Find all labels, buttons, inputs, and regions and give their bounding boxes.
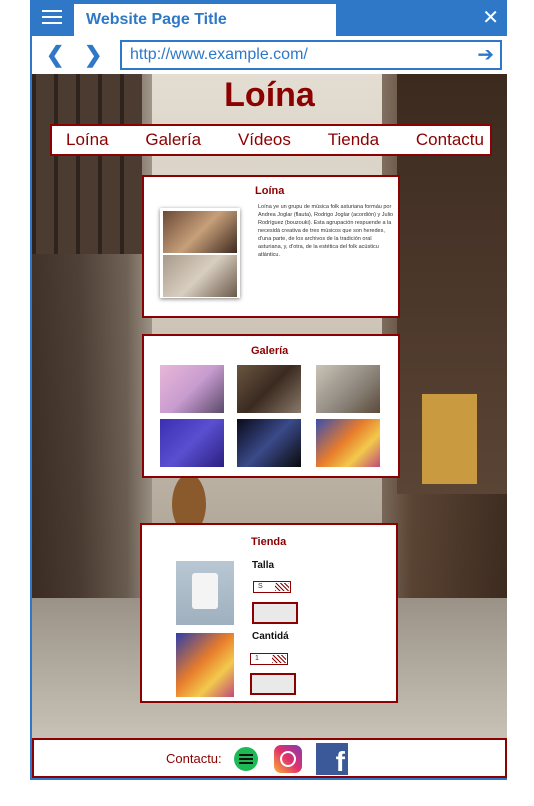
quantity-action-box[interactable] [250, 673, 296, 695]
page-viewport: Loína Loína Galería Vídeos Tienda Contac… [32, 74, 507, 738]
forward-arrow-icon[interactable]: ❯ [84, 42, 102, 68]
size-select[interactable]: S [253, 581, 291, 593]
about-text: Loína ye un grupu de música folk asturia… [258, 204, 394, 258]
gallery-image[interactable] [237, 419, 301, 467]
gallery-title: Galería [251, 345, 289, 357]
nav-item-tienda[interactable]: Tienda [328, 130, 379, 150]
gallery-image[interactable] [316, 365, 380, 413]
site-nav: Loína Galería Vídeos Tienda Contactu [50, 124, 492, 156]
site-title: Loína [224, 76, 315, 114]
gallery-card: Galería [142, 334, 400, 478]
browser-nav-bar: ❮ ❯ http://www.example.com/ ➔ [32, 36, 507, 74]
tshirt-product-image[interactable] [176, 561, 234, 625]
browser-window: Website Page Title ✕ ❮ ❯ http://www.exam… [30, 0, 507, 780]
gallery-image[interactable] [160, 365, 224, 413]
contact-label: Contactu: [166, 751, 222, 766]
album-product-image[interactable] [176, 633, 234, 697]
shop-title: Tienda [251, 536, 287, 548]
hamburger-menu-icon[interactable] [42, 10, 62, 26]
about-card: Loína Loína ye un grupu de música folk a… [142, 175, 400, 318]
quantity-select[interactable]: 1 [250, 653, 288, 665]
gallery-image[interactable] [237, 365, 301, 413]
close-icon[interactable]: ✕ [482, 6, 499, 30]
nav-item-loina[interactable]: Loína [66, 130, 109, 150]
go-arrow-icon[interactable]: ➔ [477, 42, 494, 68]
gallery-image[interactable] [160, 419, 224, 467]
gallery-image[interactable] [316, 419, 380, 467]
site-footer: Contactu: f [32, 738, 507, 778]
url-text: http://www.example.com/ [130, 46, 308, 63]
url-input[interactable]: http://www.example.com/ ➔ [120, 40, 502, 70]
title-bar: Website Page Title ✕ [32, 0, 507, 36]
nav-item-galeria[interactable]: Galería [145, 130, 201, 150]
quantity-label: Cantidá [252, 631, 289, 642]
spotify-icon[interactable] [234, 747, 258, 771]
shop-card: Tienda Talla S Cantidá 1 [140, 523, 398, 703]
browser-tab[interactable]: Website Page Title [74, 4, 336, 36]
back-arrow-icon[interactable]: ❮ [46, 42, 64, 68]
nav-item-videos[interactable]: Vídeos [238, 130, 291, 150]
facebook-icon[interactable]: f [316, 743, 348, 777]
size-label: Talla [252, 560, 275, 571]
nav-item-contactu[interactable]: Contactu [416, 130, 484, 150]
about-title: Loína [255, 185, 285, 197]
instagram-icon[interactable] [274, 745, 302, 773]
size-action-box[interactable] [252, 602, 298, 624]
band-photo [160, 208, 240, 298]
